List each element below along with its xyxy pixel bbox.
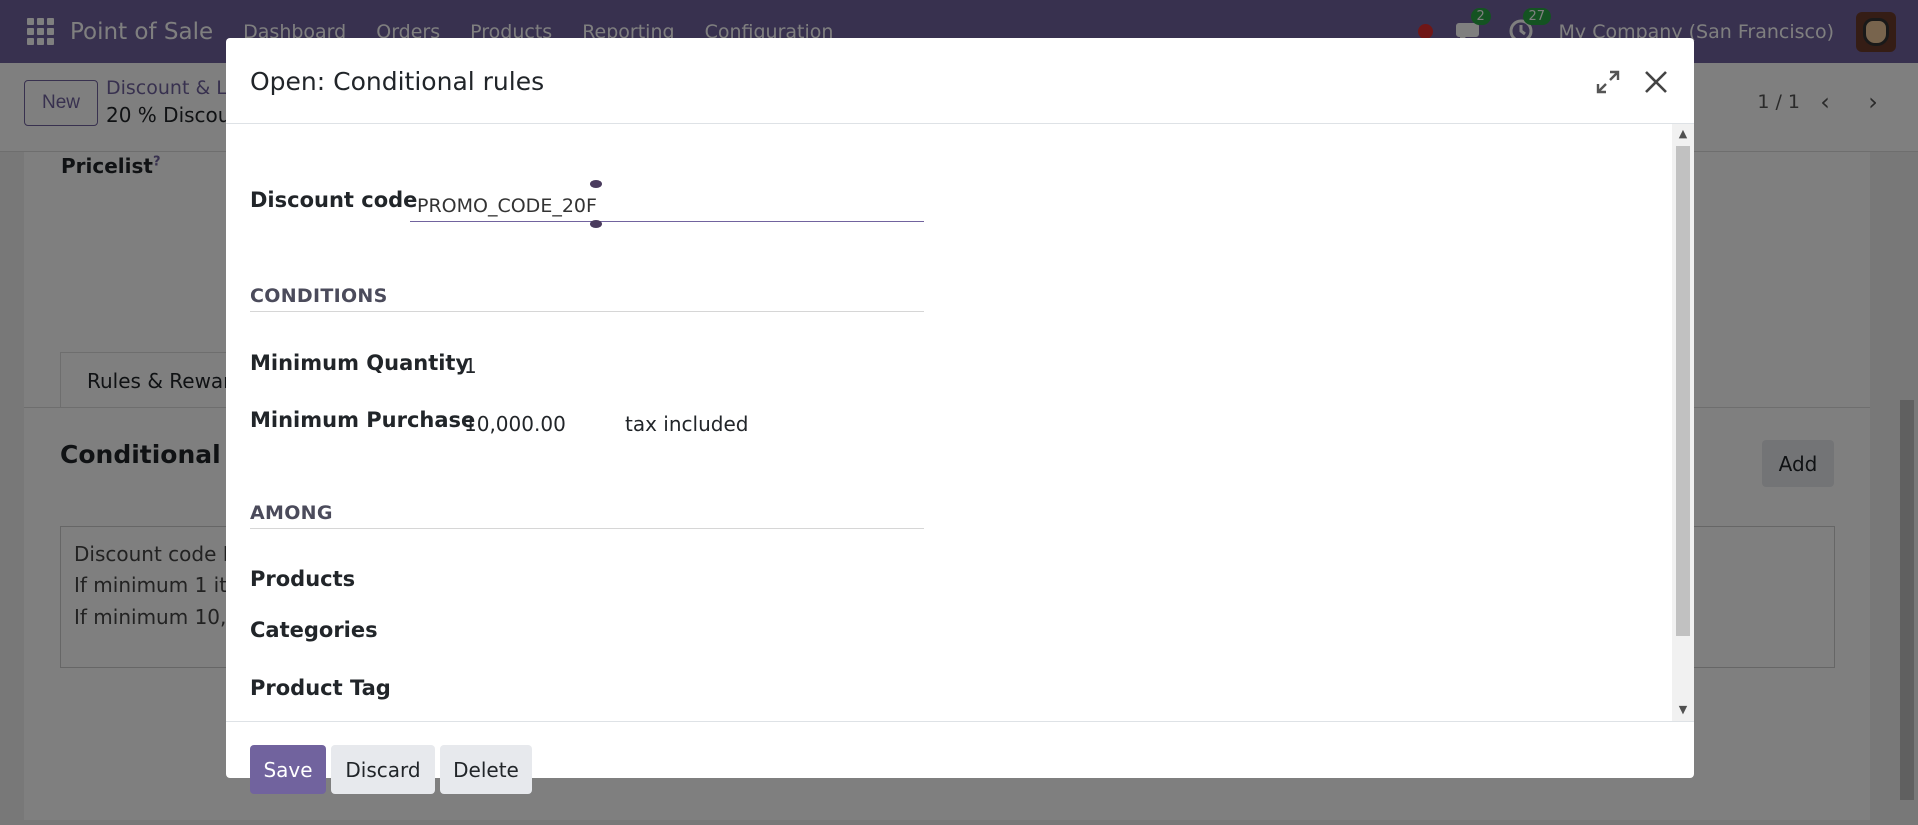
selection-handle-icon[interactable] (590, 180, 602, 188)
conditions-heading: CONDITIONS (250, 285, 388, 307)
save-button[interactable]: Save (250, 745, 326, 794)
dialog-title: Open: Conditional rules (250, 67, 545, 96)
delete-button[interactable]: Delete (440, 745, 532, 794)
products-label: Products (250, 567, 356, 591)
close-icon[interactable] (1640, 66, 1672, 98)
discount-code-input[interactable] (410, 186, 924, 222)
product-tag-label: Product Tag (250, 676, 391, 700)
categories-label: Categories (250, 618, 378, 642)
conditions-divider (250, 311, 924, 312)
tax-mode-field[interactable]: tax included (625, 412, 748, 436)
dialog-scrollbar[interactable]: ▲ ▼ (1672, 124, 1694, 721)
minimum-purchase-field[interactable]: 10,000.00 (464, 412, 566, 436)
among-heading: AMONG (250, 502, 333, 524)
dialog-header: Open: Conditional rules (226, 38, 1694, 124)
scroll-down-icon[interactable]: ▼ (1676, 704, 1690, 716)
minimum-quantity-label: Minimum Quantity (250, 351, 470, 375)
scroll-up-icon[interactable]: ▲ (1676, 128, 1690, 140)
minimum-quantity-field[interactable]: 1 (464, 354, 477, 378)
minimum-purchase-label: Minimum Purchase (250, 408, 476, 432)
among-divider (250, 528, 924, 529)
dialog-scrollbar-thumb[interactable] (1676, 146, 1690, 636)
expand-icon[interactable] (1594, 68, 1622, 96)
dialog-footer: Save Discard Delete (226, 721, 1694, 794)
dialog-body: Discount code CONDITIONS Minimum Quantit… (226, 124, 1694, 721)
conditional-rules-dialog: Open: Conditional rules Discount code CO… (226, 38, 1694, 794)
selection-handle-icon[interactable] (590, 220, 602, 228)
discard-button[interactable]: Discard (331, 745, 435, 794)
discount-code-label: Discount code (250, 188, 418, 212)
